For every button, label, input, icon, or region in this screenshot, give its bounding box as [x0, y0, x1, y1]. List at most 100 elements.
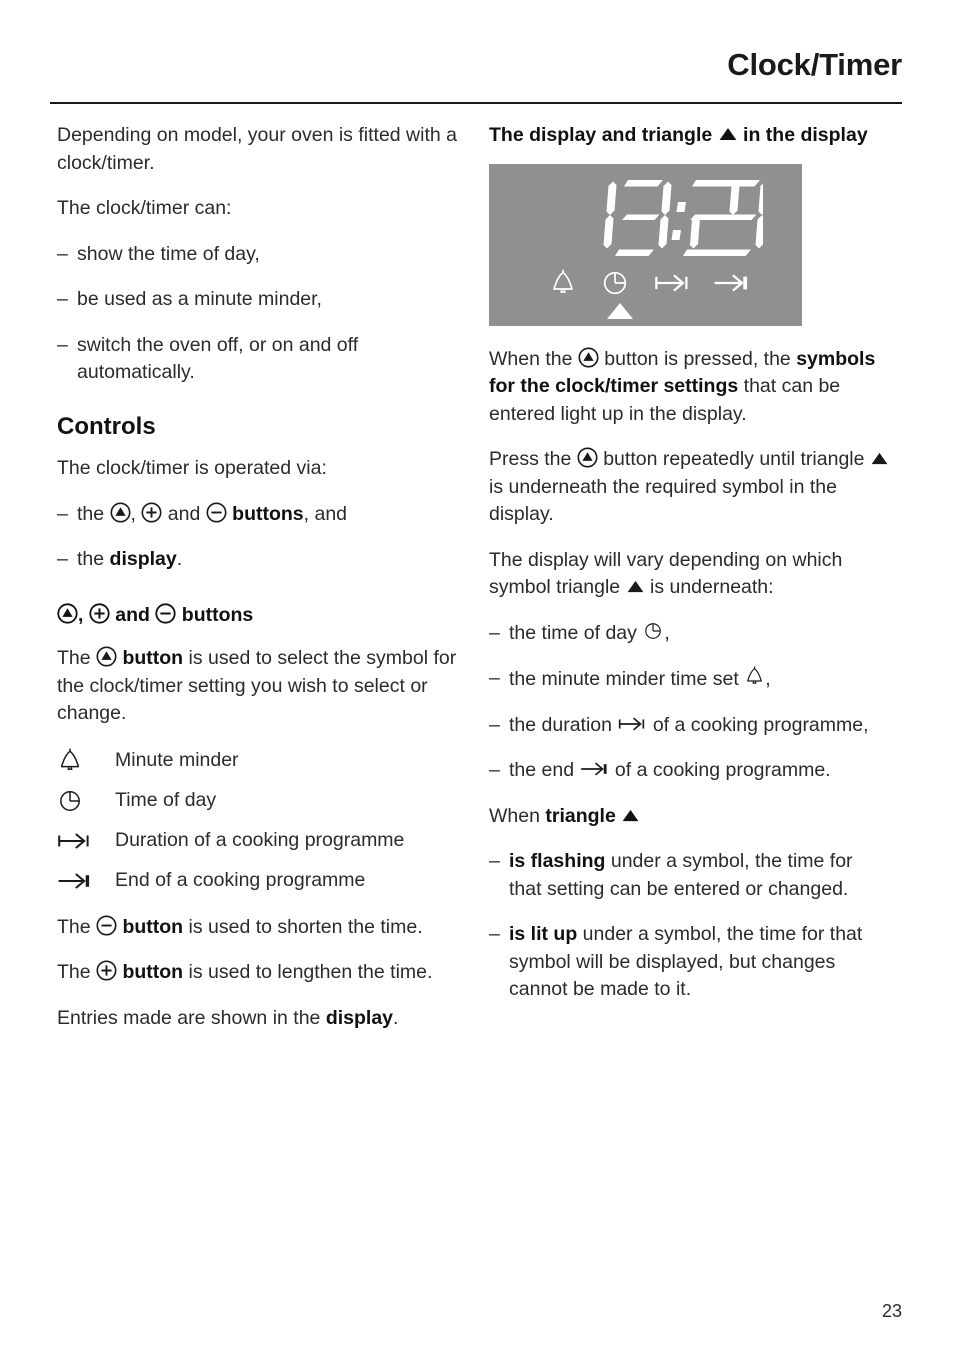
text-fragment: . — [176, 548, 183, 571]
text-fragment: and — [109, 603, 156, 626]
text-fragment: , — [78, 603, 89, 626]
text-fragment: When the — [489, 347, 578, 370]
text-fragment: is used to lengthen the time. — [183, 961, 433, 984]
dash-bullet: – — [57, 288, 68, 310]
list-item: – the end of a cooking programme. — [489, 757, 889, 785]
list-item: – the time of day , — [489, 620, 889, 648]
legend-row-minute-minder: Minute minder — [57, 746, 457, 776]
when-pressed-paragraph: When the button is pressed, the symbols … — [489, 346, 889, 429]
dash-bullet: – — [489, 713, 500, 736]
list-item: – the minute minder time set , — [489, 665, 889, 694]
minus-button-paragraph: The button is used to shorten the time. — [57, 914, 457, 942]
text-fragment: When — [489, 804, 546, 827]
duration-icon — [654, 270, 690, 296]
text-fragment: The — [57, 961, 97, 984]
display-symbol-row — [549, 268, 749, 298]
text-fragment: is underneath: — [644, 576, 774, 598]
list-item: – the duration of a cooking programme, — [489, 712, 889, 740]
display-triangle-pointer — [605, 301, 635, 321]
left-column: Depending on model, your oven is fitted … — [57, 122, 457, 1050]
list-item: – show the time of day, — [57, 241, 457, 269]
page-title: Clock/Timer — [727, 47, 902, 82]
text-fragment: , — [765, 668, 771, 690]
text-fragment: the minute minder time set — [509, 668, 745, 690]
text-fragment-bold: button — [122, 915, 184, 938]
bell-icon — [549, 268, 577, 298]
header-divider — [50, 102, 902, 104]
duration-icon — [57, 829, 115, 853]
end-icon — [713, 270, 749, 296]
bell-icon — [744, 665, 765, 688]
clock-icon — [600, 268, 630, 298]
text-fragment: buttons — [176, 603, 254, 626]
minus-button-icon — [96, 915, 117, 936]
legend-label: End of a cooking programme — [115, 869, 366, 892]
text-fragment: . — [393, 1006, 399, 1029]
dash-bullet: – — [57, 548, 68, 571]
list-item-label: show the time of day, — [77, 242, 260, 265]
capabilities-lead-in: The clock/timer can: — [57, 197, 232, 219]
dash-bullet: – — [489, 923, 500, 945]
clock-timer-display-panel — [489, 163, 802, 326]
symbol-legend-list: Minute minder Time of day Duration of a … — [57, 746, 457, 896]
dash-bullet: – — [489, 759, 500, 781]
list-item-label: the display. — [77, 546, 457, 574]
text-fragment: button is pressed, the — [598, 347, 797, 370]
dash-bullet: – — [489, 667, 500, 689]
triangle-up-icon — [621, 808, 640, 823]
text-fragment: the time of day — [509, 621, 643, 644]
text-fragment-bold: is lit up — [509, 923, 578, 945]
legend-row-time-of-day: Time of day — [57, 786, 457, 816]
text-fragment: Press the — [489, 448, 577, 470]
clock-icon — [57, 787, 115, 815]
triangle-up-icon — [626, 579, 645, 594]
list-item-label: the end of a cooking programme. — [509, 757, 889, 785]
legend-label: Time of day — [115, 789, 217, 812]
press-repeatedly-paragraph: Press the button repeatedly until triang… — [489, 446, 889, 529]
text-fragment-bold: button — [122, 961, 184, 984]
page-number: 23 — [881, 1301, 902, 1321]
list-item: – be used as a minute minder, — [57, 286, 457, 314]
text-fragment: is used to shorten the time. — [183, 915, 423, 938]
text-fragment: , — [130, 502, 142, 525]
text-fragment-bold: button — [122, 647, 184, 670]
text-fragment: button repeatedly until triangle — [597, 448, 870, 470]
list-item: – is flashing under a symbol, the time f… — [489, 848, 889, 903]
text-fragment: The — [57, 647, 97, 670]
right-column: The display and triangle in the display — [489, 122, 889, 1022]
clock-icon — [642, 620, 664, 642]
text-fragment-bold: display — [109, 548, 177, 571]
capabilities-list: – show the time of day, – be used as a m… — [57, 241, 457, 387]
dash-bullet: – — [489, 850, 500, 872]
triangle-up-icon — [870, 451, 889, 466]
triangle-button-icon — [578, 347, 599, 368]
triangle-button-icon — [57, 603, 78, 624]
list-item-label: switch the oven off, or on and off autom… — [77, 333, 359, 384]
when-triangle-lead-in: When triangle — [489, 803, 889, 831]
operated-via-lead-in: The clock/timer is operated via: — [57, 457, 327, 480]
list-item-label: the time of day , — [509, 620, 889, 648]
list-item-label: the minute minder time set , — [509, 665, 889, 694]
triangle-button-icon — [577, 447, 598, 468]
display-section-heading: The display and triangle in the display — [489, 122, 889, 150]
plus-button-paragraph: The button is used to lengthen the time. — [57, 959, 457, 987]
page-header: Clock/Timer — [50, 47, 902, 82]
list-item-label: is lit up under a symbol, the time for t… — [509, 921, 889, 1004]
triangle-up-icon — [718, 126, 738, 142]
legend-row-end: End of a cooking programme — [57, 866, 457, 896]
dash-bullet: – — [57, 333, 68, 356]
list-item: – the display. — [57, 546, 457, 574]
entries-paragraph: Entries made are shown in the display. — [57, 1005, 457, 1033]
plus-button-icon — [96, 960, 117, 981]
triangle-button-icon — [96, 646, 117, 667]
text-fragment-bold: display — [325, 1006, 394, 1029]
display-varies-paragraph: The display will vary depending on which… — [489, 547, 889, 602]
list-item: – is lit up under a symbol, the time for… — [489, 921, 889, 1004]
minus-button-icon — [155, 603, 176, 624]
text-fragment: , and — [303, 502, 348, 525]
intro-paragraph: Depending on model, your oven is fitted … — [57, 124, 457, 174]
legend-label: Duration of a cooking programme — [115, 829, 405, 852]
select-symbol-paragraph: The button is used to select the symbol … — [57, 645, 457, 728]
list-item-label: the , and buttons, and — [77, 501, 457, 529]
duration-icon — [617, 714, 647, 734]
